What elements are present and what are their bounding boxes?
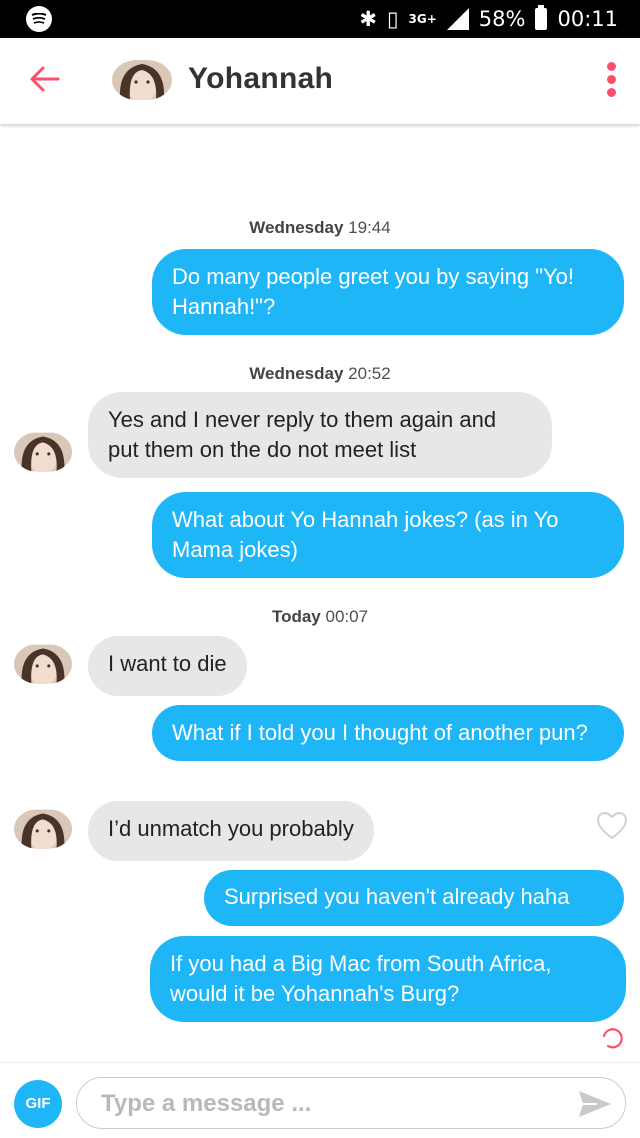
chat-header: Yohannah <box>0 38 640 124</box>
message-input[interactable]: Type a message ... <box>76 1077 626 1129</box>
timestamp: Wednesday 20:52 <box>249 364 391 383</box>
network-type: 3G+ <box>408 11 437 26</box>
sent-message[interactable]: What if I told you I thought of another … <box>152 705 624 761</box>
timestamp: Today 00:07 <box>271 607 369 626</box>
clock: 00:11 <box>557 7 618 31</box>
vibrate-icon: ▯ <box>386 7 399 31</box>
received-message[interactable]: I’d unmatch you probably <box>88 801 374 861</box>
battery-icon <box>535 5 548 30</box>
gif-button[interactable]: GIF <box>14 1080 62 1128</box>
timestamp: Wednesday 19:44 <box>249 218 391 237</box>
spotify-icon <box>26 6 52 32</box>
signal-icon <box>446 8 469 30</box>
sent-message[interactable]: Surprised you haven't already haha <box>204 870 624 926</box>
sent-message[interactable]: If you had a Big Mac from South Africa, … <box>150 936 626 1022</box>
match-name[interactable]: Yohannah <box>188 62 333 96</box>
avatar[interactable] <box>14 809 72 849</box>
battery-percent: 58% <box>478 7 526 31</box>
more-options-icon[interactable] <box>604 62 618 102</box>
sending-spinner-icon <box>602 1028 623 1049</box>
message-composer: GIF Type a message ... <box>0 1062 640 1138</box>
avatar[interactable] <box>14 432 72 472</box>
like-heart-icon[interactable] <box>597 812 627 840</box>
message-placeholder: Type a message ... <box>101 1090 312 1117</box>
status-bar: ✱ ▯ 3G+ 58% 00:11 <box>0 0 640 38</box>
sent-message[interactable]: Do many people greet you by saying "Yo! … <box>152 249 624 335</box>
send-icon[interactable] <box>577 1088 613 1120</box>
back-arrow-icon[interactable] <box>28 62 62 96</box>
sent-message[interactable]: What about Yo Hannah jokes? (as in Yo Ma… <box>152 492 624 578</box>
bluetooth-icon: ✱ <box>359 7 377 31</box>
received-message[interactable]: I want to die <box>88 636 247 696</box>
avatar[interactable] <box>112 60 172 100</box>
received-message[interactable]: Yes and I never reply to them again and … <box>88 392 552 478</box>
avatar[interactable] <box>14 644 72 684</box>
